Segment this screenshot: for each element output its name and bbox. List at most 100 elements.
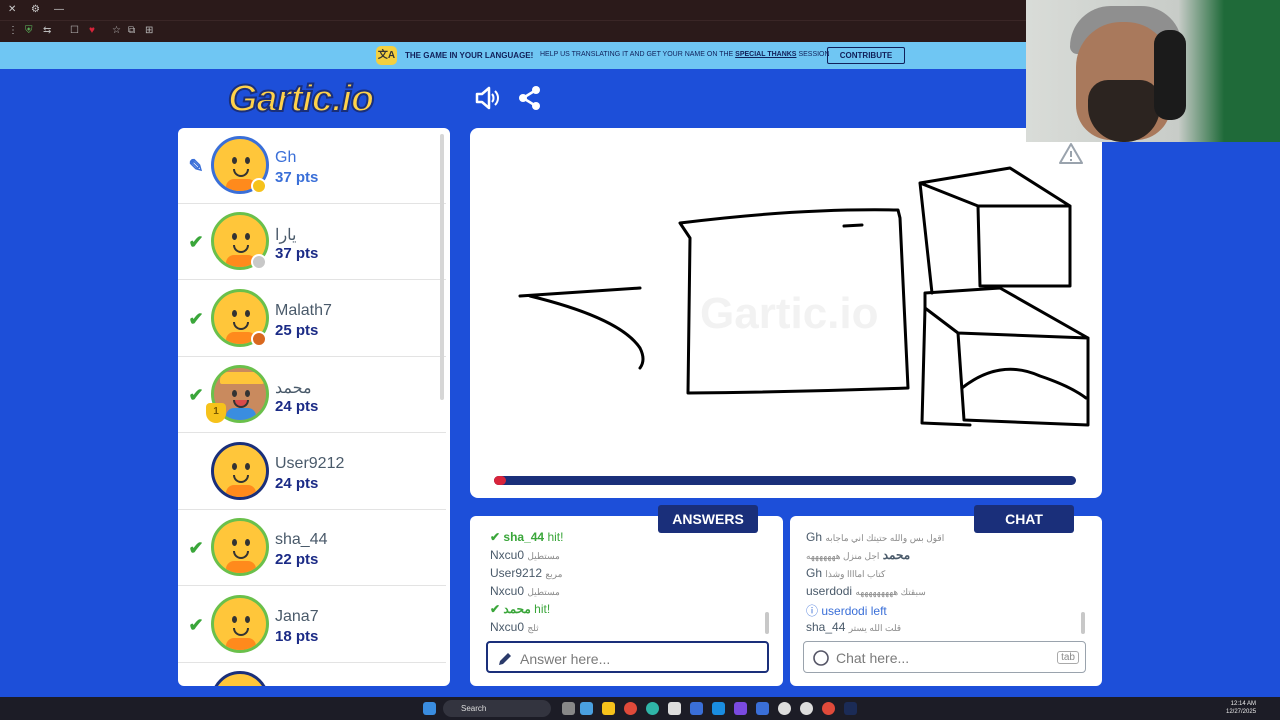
windows-start-icon[interactable]: [423, 702, 436, 715]
taskbar: [0, 697, 1280, 720]
player-list: ✎ Gh 37 pts ✔ يارا 37 pts ✔ Malath7 25 p…: [178, 128, 450, 686]
special-thanks-link[interactable]: SPECIAL THANKS: [735, 51, 796, 58]
report-warning-icon[interactable]: [1059, 142, 1083, 166]
check-icon: ✔: [188, 538, 204, 558]
edge-icon[interactable]: [646, 702, 659, 715]
tab-chat[interactable]: CHAT: [974, 505, 1074, 533]
chat-input[interactable]: [836, 648, 1066, 668]
banner-text: HELP US TRANSLATING IT AND GET YOUR NAME…: [540, 51, 830, 58]
player-name: محمد: [275, 380, 312, 397]
widgets-icon[interactable]: [580, 702, 593, 715]
share-icon[interactable]: [516, 84, 544, 112]
pencil-icon: ✎: [188, 156, 204, 176]
status-dot: [251, 331, 267, 347]
check-icon: ✔: [188, 232, 204, 252]
player-row[interactable]: User9212 24 pts: [178, 434, 446, 510]
player-row[interactable]: ✔ Jana7 18 pts: [178, 587, 446, 663]
chrome-icon[interactable]: [624, 702, 637, 715]
player-name: Malath7: [275, 302, 332, 319]
extensions-icon[interactable]: ⊞: [145, 25, 153, 36]
taskbar-search[interactable]: Search: [443, 700, 551, 717]
chat-message: ⓘ userdodi left: [806, 604, 887, 618]
app-icon[interactable]: [756, 702, 769, 715]
canvas-watermark: Gartic.io: [700, 289, 879, 338]
status-dot: [251, 178, 267, 194]
avatar: [211, 518, 269, 576]
app-icon[interactable]: [668, 702, 681, 715]
pencil-icon: [499, 653, 511, 665]
player-row[interactable]: ✔ sha_44 22 pts: [178, 510, 446, 586]
chat-scrollbar[interactable]: [1081, 612, 1085, 634]
app-icon[interactable]: [778, 702, 791, 715]
task-view-icon[interactable]: [562, 702, 575, 715]
taskbar-clock[interactable]: 12:14 AM 12/27/2025: [1226, 700, 1256, 716]
check-icon: ✔: [188, 309, 204, 329]
swap-icon[interactable]: ⇆: [43, 25, 51, 36]
chat-message: محمد اجل منزل هههههههه: [806, 548, 911, 562]
avatar: [211, 442, 269, 500]
player-list-scrollbar[interactable]: [440, 134, 444, 400]
player-points: 24 pts: [275, 475, 319, 492]
drawing-canvas[interactable]: Gartic.io: [470, 128, 1102, 498]
app-icon[interactable]: [734, 702, 747, 715]
player-name: User9212: [275, 455, 345, 472]
banner-title: THE GAME IN YOUR LANGUAGE!: [405, 51, 534, 60]
timer-progress-fill: [494, 476, 506, 485]
app-icon[interactable]: [690, 702, 703, 715]
answers-scrollbar[interactable]: [765, 612, 769, 634]
player-name: يارا: [275, 227, 297, 244]
translate-icon: 文A: [376, 46, 397, 65]
shield-icon[interactable]: ⛨: [25, 25, 33, 36]
chat-input-box: tab: [803, 641, 1086, 673]
close-window-icon[interactable]: ✕: [8, 4, 16, 15]
player-points: 22 pts: [275, 551, 319, 568]
answer-message: User9212 مربع: [490, 566, 563, 580]
tab-answers[interactable]: ANSWERS: [658, 505, 758, 533]
app-icon[interactable]: [822, 702, 835, 715]
contribute-button[interactable]: CONTRIBUTE: [827, 47, 905, 64]
tab-icon[interactable]: ☐: [70, 25, 79, 36]
sound-icon[interactable]: [473, 84, 501, 112]
player-name: sha_44: [275, 531, 328, 548]
player-name: Jana7: [275, 608, 319, 625]
bookmark-star-icon[interactable]: ☆: [112, 25, 121, 36]
menu-icon[interactable]: ⋮: [8, 25, 18, 36]
chat-message: userdodi سبقتك هههههههههه: [806, 584, 926, 598]
app-icon[interactable]: [712, 702, 725, 715]
chat-message: sha_44 قلت الله يستر: [806, 620, 902, 634]
record-icon[interactable]: ♥: [89, 25, 95, 36]
timer-progress-bar: [494, 476, 1076, 485]
minimize-icon[interactable]: —: [54, 4, 64, 15]
player-row[interactable]: ✔ يارا 37 pts: [178, 204, 446, 280]
banner-text-before: HELP US TRANSLATING IT AND GET YOUR NAME…: [540, 51, 734, 58]
tab-key-hint: tab: [1057, 651, 1079, 664]
player-points: 18 pts: [275, 628, 319, 645]
player-row[interactable]: ✔ 1 محمد 24 pts: [178, 357, 446, 433]
trophy-icon: 1: [206, 403, 226, 423]
player-row[interactable]: ✔ Malath7 25 pts: [178, 281, 446, 357]
chat-bubble-icon: [813, 650, 829, 666]
settings-icon[interactable]: ⚙: [31, 4, 40, 15]
check-icon: ✔: [188, 385, 204, 405]
answer-message: ✔ محمد hit!: [490, 602, 551, 616]
chat-message: Gh كتاب اماااا وشذا: [806, 566, 886, 580]
answer-input[interactable]: [520, 649, 750, 669]
gartic-logo[interactable]: Gartic.io: [227, 77, 375, 121]
player-row[interactable]: ✎ Gh 37 pts: [178, 128, 446, 204]
player-points: 37 pts: [275, 245, 319, 262]
drawing: Gartic.io: [518, 166, 1090, 427]
check-icon: ✔: [188, 615, 204, 635]
player-points: 37 pts: [275, 169, 319, 186]
answer-message: Nxcu0 ثلج: [490, 620, 539, 634]
answer-input-box: [486, 641, 769, 673]
webcam-overlay: [1026, 0, 1280, 142]
avatar: [211, 671, 269, 686]
player-points: 25 pts: [275, 322, 319, 339]
chat-message: Gh اقول بس والله حتيتك اني ماجابه: [806, 530, 945, 544]
player-points: 24 pts: [275, 398, 319, 415]
app-icon[interactable]: [800, 702, 813, 715]
file-explorer-icon[interactable]: [602, 702, 615, 715]
copy-icon[interactable]: ⧉: [128, 25, 135, 36]
player-row[interactable]: [178, 663, 446, 686]
steam-icon[interactable]: [844, 702, 857, 715]
